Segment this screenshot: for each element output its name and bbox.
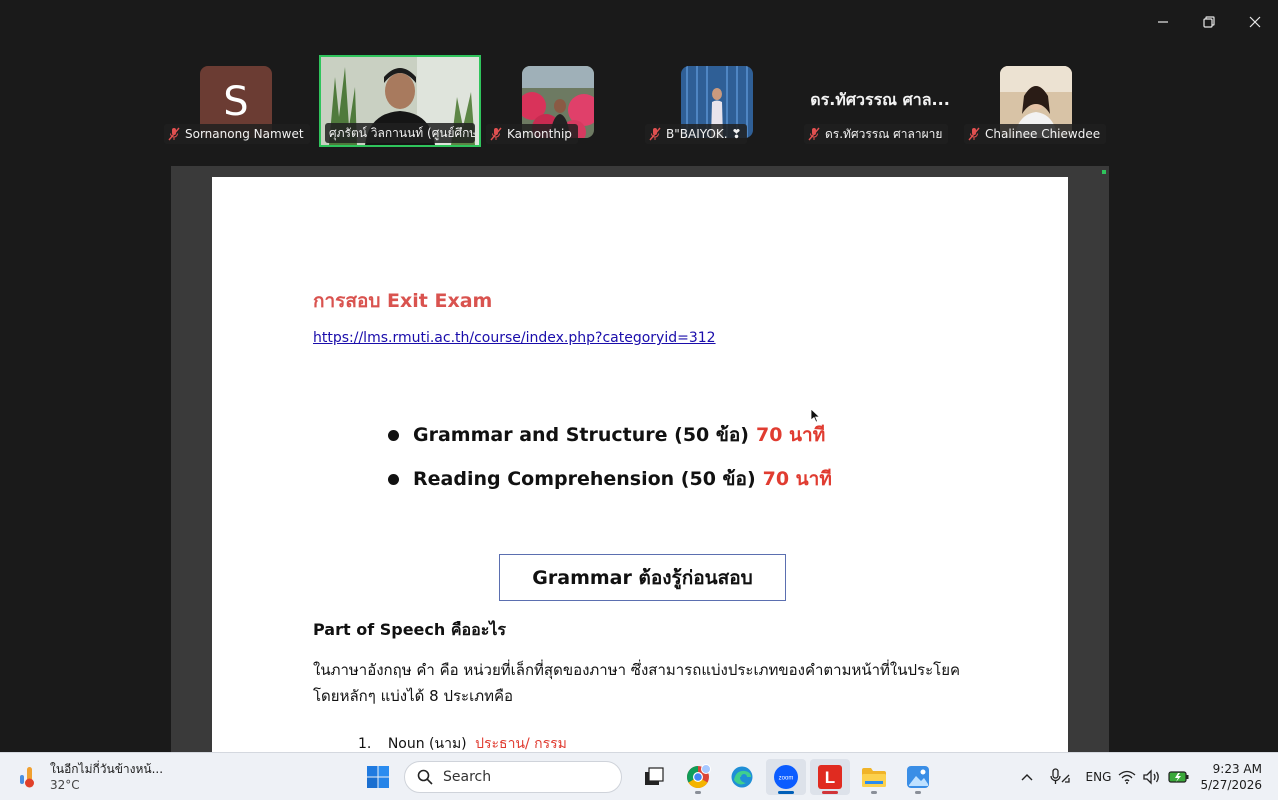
document-title: การสอบ Exit Exam <box>313 290 493 312</box>
clock-time: 9:23 AM <box>1212 762 1262 776</box>
restore-icon <box>1203 16 1215 28</box>
bullet-text: Grammar and Structure (50 ข้อ) <box>413 424 749 446</box>
tray-voice-access[interactable] <box>1042 753 1078 800</box>
window-controls <box>1140 0 1278 44</box>
tray-overflow-button[interactable] <box>1012 753 1042 800</box>
active-indicator <box>778 791 794 794</box>
mic-muted-icon <box>490 127 502 141</box>
list-term: Noun (นาม) <box>387 736 467 752</box>
list-number: 1. <box>358 736 372 752</box>
mouse-cursor-icon <box>811 409 821 423</box>
running-indicator <box>915 791 921 794</box>
participant-name: Kamonthip <box>507 127 572 141</box>
mic-muted-icon <box>808 127 820 141</box>
shared-screen[interactable]: การสอบ Exit Exam https://lms.rmuti.ac.th… <box>171 166 1109 752</box>
participant-nameplate: B"BAIYOK. ❣ <box>645 124 748 144</box>
thermometer-icon <box>20 767 34 788</box>
taskbar-file-explorer[interactable] <box>854 759 894 795</box>
paragraph-line: โดยหลักๆ แบ่งได้ 8 ประเภทคือ <box>313 687 514 705</box>
participant-display-name: ดร.ทัศวรรณ ศาล... <box>810 90 950 109</box>
participant-nameplate: Kamonthip <box>486 124 578 144</box>
weather-temperature: 32°C <box>50 778 80 792</box>
section-heading: Part of Speech คืออะไร <box>313 620 507 639</box>
system-tray: ENG 9:23 AM 5/27/2026 <box>1012 753 1278 800</box>
minimize-button[interactable] <box>1140 0 1186 44</box>
participant-tile[interactable]: S Sornanong Namwet <box>160 54 320 146</box>
l-app-icon: L <box>818 765 842 789</box>
svg-text:zoom: zoom <box>779 776 794 782</box>
list-item: 1. Noun (นาม) ประธาน/ กรรม <box>358 733 567 752</box>
task-view-icon <box>645 767 664 785</box>
taskbar-lectora[interactable]: L <box>810 759 850 795</box>
taskbar-photos[interactable] <box>898 759 938 795</box>
chevron-up-icon <box>1021 774 1033 781</box>
taskbar-chrome[interactable] <box>678 759 718 795</box>
tray-network-volume-battery[interactable] <box>1118 753 1190 800</box>
participant-name: B"BAIYOK. ❣ <box>666 127 742 141</box>
running-indicator <box>695 791 701 794</box>
bullet-item: Reading Comprehension (50 ข้อ) 70 นาที <box>388 464 832 494</box>
taskbar-zoom[interactable]: zoom <box>766 759 806 795</box>
share-indicator <box>1102 170 1106 174</box>
search-placeholder: Search <box>443 769 492 785</box>
tray-language[interactable]: ENG <box>1078 753 1118 800</box>
active-indicator <box>822 791 838 794</box>
participant-tile-active-speaker[interactable]: ศุภรัตน์ วิลกานนท์ (ศูนย์ศึกษา... <box>319 55 481 147</box>
participant-nameplate: ดร.ทัศวรรณ ศาลาผาย <box>804 124 949 144</box>
mic-muted-icon <box>649 127 661 141</box>
taskbar-clock[interactable]: 9:23 AM 5/27/2026 <box>1190 761 1278 793</box>
participant-tile[interactable]: Kamonthip <box>482 54 642 146</box>
list-meaning: ประธาน/ กรรม <box>475 736 567 752</box>
bullet-time: 70 นาที <box>762 468 832 490</box>
minimize-icon <box>1158 21 1168 23</box>
taskbar-apps: Search zoom L <box>358 759 942 795</box>
participant-strip: S Sornanong Namwet ศุภรัตน์ วิลกานนท์ (ศ… <box>0 54 1278 148</box>
edge-icon <box>731 766 753 788</box>
start-button[interactable] <box>358 759 398 795</box>
mic-muted-icon <box>968 127 980 141</box>
participant-name: Chalinee Chiewdee <box>985 127 1101 141</box>
document-page: การสอบ Exit Exam https://lms.rmuti.ac.th… <box>212 177 1068 752</box>
mic-muted-icon <box>168 127 180 141</box>
taskbar-task-view[interactable] <box>634 759 674 795</box>
paragraph-line: ในภาษาอังกฤษ คำ คือ หน่วยที่เล็กที่สุดขอ… <box>313 661 961 679</box>
weather-widget[interactable]: ในอีกไม่กี่วันข้างหน้... 32°C <box>18 761 163 793</box>
participant-nameplate: Chalinee Chiewdee <box>964 124 1107 144</box>
participant-tile[interactable]: ดร.ทัศวรรณ ศาล... ดร.ทัศวรรณ ศาลาผาย <box>800 54 960 146</box>
participant-name: ศุภรัตน์ วิลกานนท์ (ศูนย์ศึกษา... <box>329 125 475 140</box>
running-indicator <box>871 791 877 794</box>
search-icon <box>417 769 433 785</box>
restore-button[interactable] <box>1186 0 1232 44</box>
bullet-dot <box>388 473 399 485</box>
document-link[interactable]: https://lms.rmuti.ac.th/course/index.php… <box>313 330 716 346</box>
close-icon <box>1249 16 1261 28</box>
clock-date: 5/27/2026 <box>1200 778 1262 792</box>
bullet-time: 70 นาที <box>755 424 826 446</box>
bullet-dot <box>388 429 399 441</box>
volume-icon <box>1143 769 1160 785</box>
participant-nameplate: Sornanong Namwet <box>164 124 310 144</box>
boxed-heading: Grammar ต้องรู้ก่อนสอบ <box>499 554 786 601</box>
close-button[interactable] <box>1232 0 1278 44</box>
photos-icon <box>907 766 929 788</box>
participant-nameplate: ศุภรัตน์ วิลกานนท์ (ศูนย์ศึกษา... <box>325 123 475 143</box>
chrome-icon <box>687 764 711 788</box>
zoom-icon: zoom <box>774 765 798 789</box>
wifi-icon <box>1119 770 1136 784</box>
battery-charging-icon <box>1168 771 1189 783</box>
taskbar: ในอีกไม่กี่วันข้างหน้... 32°C Search zoo… <box>0 752 1278 800</box>
participant-tile[interactable]: B"BAIYOK. ❣ <box>641 54 801 146</box>
microphone-icon <box>1050 768 1071 784</box>
participant-name: Sornanong Namwet <box>185 127 304 141</box>
taskbar-search[interactable]: Search <box>404 761 622 793</box>
taskbar-edge[interactable] <box>722 759 762 795</box>
svg-text:L: L <box>825 768 835 787</box>
windows-icon <box>367 766 389 788</box>
participant-name: ดร.ทัศวรรณ ศาลาผาย <box>825 126 943 141</box>
bullet-item: Grammar and Structure (50 ข้อ) 70 นาที <box>388 420 825 450</box>
participant-tile[interactable]: Chalinee Chiewdee <box>960 54 1120 146</box>
weather-text: ในอีกไม่กี่วันข้างหน้... <box>50 762 164 776</box>
folder-icon <box>862 768 886 787</box>
bullet-text: Reading Comprehension (50 ข้อ) <box>413 468 756 490</box>
